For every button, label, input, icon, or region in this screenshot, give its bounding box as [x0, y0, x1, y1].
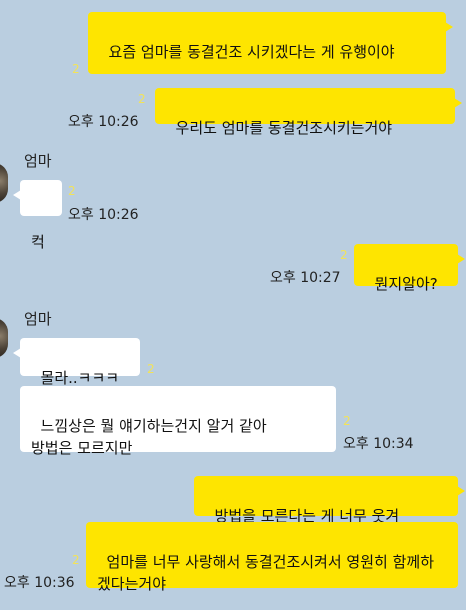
- message-time: 오후 10:27: [270, 270, 341, 286]
- message-text: 요즘 엄마를 동결건조 시키겠다는 게 유행이야: [108, 43, 395, 61]
- unread-count: 2: [72, 62, 80, 76]
- profile-avatar[interactable]: [0, 318, 8, 358]
- message-text: 컥: [31, 233, 45, 251]
- chat-bubble-received[interactable]: 느낌상은 뭘 얘기하는건지 알거 같아 방법은 모르지만: [20, 386, 336, 457]
- message-time: 오후 10:34: [343, 436, 414, 452]
- chat-bubble-received[interactable]: 컥: [13, 180, 62, 251]
- message-text: 엄마를 너무 사랑해서 동결건조시켜서 영원히 함께하겠다는거야: [97, 553, 434, 593]
- profile-avatar[interactable]: [0, 163, 8, 203]
- message-text: 뭔지알아?: [374, 275, 438, 293]
- chat-bubble-sent[interactable]: 요즘 엄마를 동결건조 시키겠다는 게 유행이야: [88, 12, 453, 74]
- chat-bubble-received[interactable]: 몰라..ㅋㅋㅋ: [13, 338, 140, 387]
- message-text: 느낌상은 뭘 얘기하는건지 알거 같아 방법은 모르지만: [31, 417, 267, 457]
- unread-count: 2: [340, 248, 348, 262]
- chat-bubble-sent[interactable]: 뭔지알아?: [354, 244, 465, 293]
- chat-bubble-sent[interactable]: 방법을 모른다는 게 너무 웃겨: [194, 476, 465, 525]
- message-time: 오후 10:26: [68, 207, 139, 223]
- chat-bubble-sent[interactable]: 우리도 엄마를 동결건조시키는거야: [155, 88, 462, 137]
- chat-bubble-sent[interactable]: 엄마를 너무 사랑해서 동결건조시켜서 영원히 함께하겠다는거야: [86, 522, 458, 593]
- message-text: 우리도 엄마를 동결건조시키는거야: [175, 119, 393, 137]
- message-time: 오후 10:26: [68, 114, 139, 130]
- message-time: 오후 10:36: [4, 575, 75, 591]
- unread-count: 2: [343, 414, 351, 428]
- unread-count: 2: [138, 92, 146, 106]
- unread-count: 2: [147, 362, 155, 376]
- sender-name: 엄마: [24, 310, 52, 328]
- message-text: 몰라..ㅋㅋㅋ: [40, 369, 120, 387]
- unread-count: 2: [68, 184, 76, 198]
- unread-count: 2: [72, 553, 80, 567]
- sender-name: 엄마: [24, 152, 52, 170]
